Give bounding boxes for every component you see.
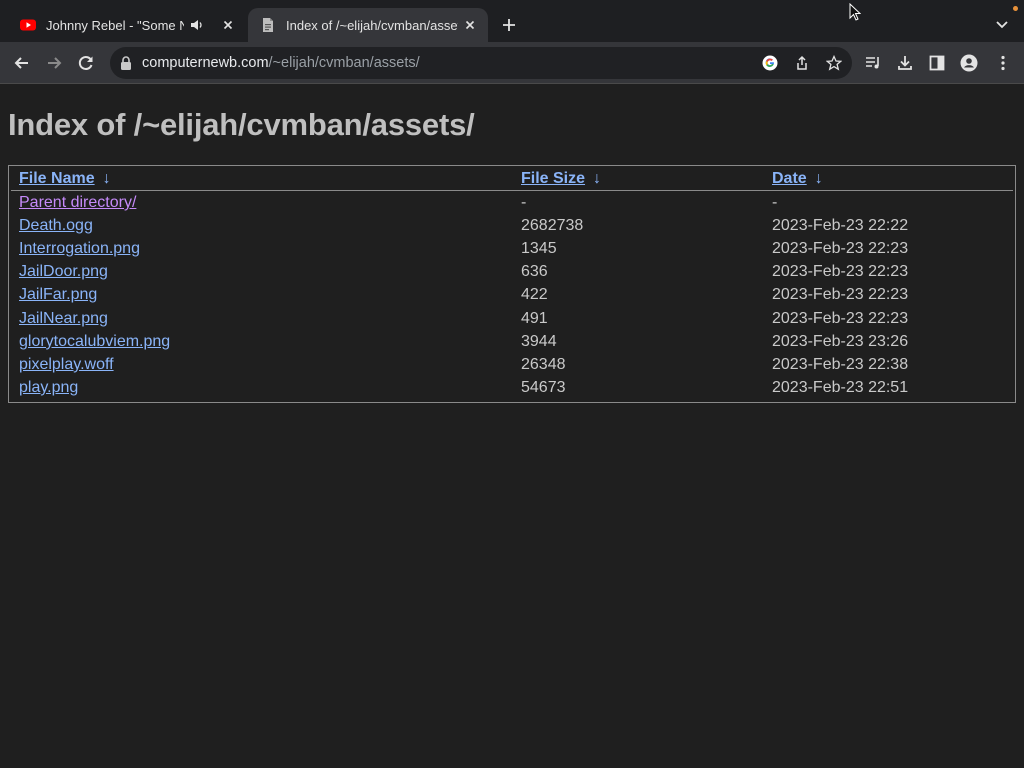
tab-strip: Johnny Rebel - "Some N*" Index of /~elij… bbox=[0, 0, 1024, 42]
table-row: pixelplay.woff 26348 2023-Feb-23 22:38 bbox=[9, 356, 1015, 379]
file-date: 2023-Feb-23 22:23 bbox=[772, 310, 909, 327]
profile-avatar-icon[interactable] bbox=[960, 54, 978, 72]
url-host: computernewb.com bbox=[142, 55, 269, 71]
file-size: - bbox=[521, 194, 527, 211]
side-panel-icon[interactable] bbox=[928, 54, 946, 72]
address-bar[interactable]: computernewb.com/~elijah/cvmban/assets/ bbox=[110, 47, 852, 79]
file-link[interactable]: JailFar.png bbox=[19, 286, 97, 304]
table-row: JailNear.png 491 2023-Feb-23 22:23 bbox=[9, 310, 1015, 333]
column-header-label: Date bbox=[772, 170, 807, 187]
file-size: 636 bbox=[521, 263, 548, 280]
close-icon[interactable] bbox=[220, 17, 236, 33]
bookmark-star-icon[interactable] bbox=[826, 55, 842, 71]
table-row: play.png 54673 2023-Feb-23 22:51 bbox=[9, 379, 1015, 402]
file-date: 2023-Feb-23 23:26 bbox=[772, 333, 909, 350]
file-date: - bbox=[772, 194, 778, 211]
page-title: Index of /~elijah/cvmban/assets/ bbox=[8, 107, 475, 142]
file-size: 3944 bbox=[521, 333, 557, 350]
file-date: 2023-Feb-23 22:23 bbox=[772, 286, 909, 303]
page-content: Index of /~elijah/cvmban/assets/ File Na… bbox=[0, 85, 1024, 768]
column-header-file-size[interactable]: File Size ↓ bbox=[521, 170, 601, 188]
file-link[interactable]: Parent directory/ bbox=[19, 194, 136, 212]
file-link[interactable]: glorytocalubviem.png bbox=[19, 333, 170, 351]
close-icon[interactable] bbox=[462, 17, 478, 33]
table-row: glorytocalubviem.png 3944 2023-Feb-23 23… bbox=[9, 333, 1015, 356]
tab-title: Johnny Rebel - "Some N*" bbox=[46, 17, 184, 33]
tab-youtube[interactable]: Johnny Rebel - "Some N*" bbox=[8, 8, 246, 42]
sort-arrow-icon: ↓ bbox=[102, 170, 111, 187]
document-favicon bbox=[263, 18, 273, 32]
sort-arrow-icon: ↓ bbox=[814, 170, 823, 187]
notification-dot bbox=[1013, 6, 1018, 11]
table-row: Parent directory/ - - bbox=[9, 194, 1015, 217]
more-menu-icon[interactable] bbox=[994, 54, 1012, 72]
lock-icon[interactable] bbox=[120, 56, 132, 70]
file-link[interactable]: play.png bbox=[19, 379, 78, 397]
file-date: 2023-Feb-23 22:23 bbox=[772, 240, 909, 257]
file-date: 2023-Feb-23 22:22 bbox=[772, 217, 909, 234]
media-queue-icon[interactable] bbox=[864, 54, 882, 72]
sort-arrow-icon: ↓ bbox=[593, 170, 602, 187]
plus-icon[interactable] bbox=[500, 16, 518, 34]
forward-arrow-icon[interactable] bbox=[44, 53, 64, 73]
share-icon[interactable] bbox=[794, 55, 810, 71]
file-date: 2023-Feb-23 22:51 bbox=[772, 379, 909, 396]
tab-title: Index of /~elijah/cvmban/assets/ bbox=[286, 17, 458, 33]
file-listing-table: File Name ↓ File Size ↓ Date ↓ Parent direc… bbox=[8, 165, 1016, 403]
column-header-date[interactable]: Date ↓ bbox=[772, 170, 823, 188]
file-link[interactable]: Interrogation.png bbox=[19, 240, 140, 258]
file-size: 54673 bbox=[521, 379, 566, 396]
file-size: 491 bbox=[521, 310, 548, 327]
file-size: 2682738 bbox=[521, 217, 584, 234]
file-link[interactable]: Death.ogg bbox=[19, 217, 93, 235]
file-link[interactable]: JailNear.png bbox=[19, 310, 108, 328]
reload-icon[interactable] bbox=[76, 53, 96, 73]
column-header-label: File Name bbox=[19, 170, 95, 187]
tab-index-assets[interactable]: Index of /~elijah/cvmban/assets/ bbox=[248, 8, 488, 42]
table-row: Interrogation.png 1345 2023-Feb-23 22:23 bbox=[9, 240, 1015, 263]
file-size: 1345 bbox=[521, 240, 557, 257]
table-row: Death.ogg 2682738 2023-Feb-23 22:22 bbox=[9, 217, 1015, 240]
chevron-down-icon[interactable] bbox=[994, 18, 1010, 32]
youtube-icon bbox=[20, 19, 36, 31]
table-row: JailDoor.png 636 2023-Feb-23 22:23 bbox=[9, 263, 1015, 286]
back-arrow-icon[interactable] bbox=[12, 53, 32, 73]
file-size: 422 bbox=[521, 286, 548, 303]
browser-toolbar: computernewb.com/~elijah/cvmban/assets/ bbox=[0, 42, 1024, 84]
header-divider bbox=[11, 190, 1013, 191]
speaker-icon[interactable] bbox=[190, 18, 204, 32]
table-row: JailFar.png 422 2023-Feb-23 22:23 bbox=[9, 286, 1015, 309]
column-header-label: File Size bbox=[521, 170, 586, 187]
file-size: 26348 bbox=[521, 356, 566, 373]
download-icon[interactable] bbox=[896, 54, 914, 72]
url-text[interactable]: computernewb.com/~elijah/cvmban/assets/ bbox=[142, 55, 420, 71]
url-path: /~elijah/cvmban/assets/ bbox=[268, 55, 420, 71]
column-header-file-name[interactable]: File Name ↓ bbox=[19, 170, 111, 188]
file-link[interactable]: JailDoor.png bbox=[19, 263, 108, 281]
file-date: 2023-Feb-23 22:23 bbox=[772, 263, 909, 280]
google-lens-icon[interactable] bbox=[762, 55, 778, 71]
file-date: 2023-Feb-23 22:38 bbox=[772, 356, 909, 373]
file-link[interactable]: pixelplay.woff bbox=[19, 356, 114, 374]
mouse-cursor-icon bbox=[849, 3, 861, 21]
